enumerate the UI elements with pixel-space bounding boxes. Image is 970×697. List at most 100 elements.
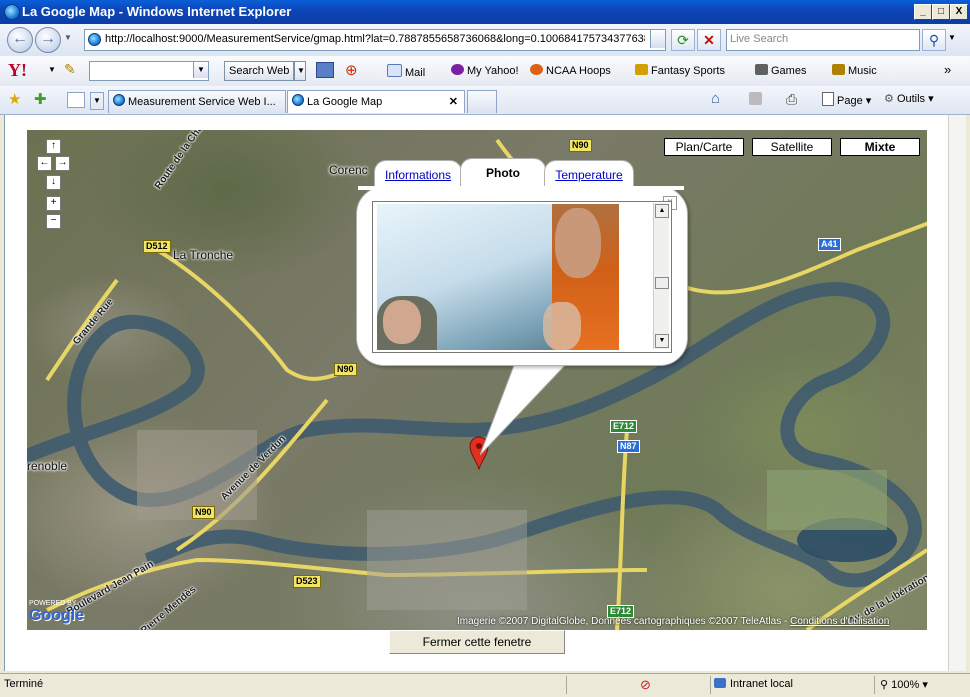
- search-button[interactable]: ⚲: [922, 29, 946, 51]
- trophy-icon: [635, 64, 648, 75]
- tab-la-google-map[interactable]: La Google Map ✕: [287, 90, 465, 113]
- feeds-icon[interactable]: [749, 92, 762, 105]
- tools-menu[interactable]: ⚙ Outils ▾: [884, 92, 934, 105]
- toolbar-item-fantasy-sports[interactable]: Fantasy Sports: [635, 64, 725, 77]
- new-tab-button[interactable]: [467, 90, 497, 113]
- add-favorite-icon[interactable]: ✚: [34, 90, 47, 108]
- status-text: Terminé: [4, 678, 44, 690]
- pencil-icon[interactable]: ✎: [64, 61, 76, 78]
- photo-scrollbar[interactable]: ▲ ▼: [653, 203, 669, 349]
- scroll-thumb[interactable]: [655, 277, 669, 289]
- forward-button[interactable]: →: [35, 27, 61, 53]
- infowindow-tail: [480, 360, 571, 456]
- road-label-n90: N90: [192, 506, 215, 519]
- chess-icon: [755, 64, 768, 75]
- infowindow-tab-temperature[interactable]: Temperature: [544, 160, 634, 187]
- pan-up-button[interactable]: ↑: [46, 139, 61, 154]
- map-type-mixte[interactable]: Mixte: [840, 138, 920, 156]
- gear-icon: ⚙: [884, 93, 894, 105]
- campus-area: [367, 510, 527, 610]
- close-window-page-button[interactable]: Fermer cette fenetre: [389, 630, 565, 654]
- window-icon[interactable]: [316, 62, 334, 78]
- back-button[interactable]: ←: [7, 27, 33, 53]
- address-dropdown[interactable]: ▼: [650, 30, 946, 48]
- infowindow-tab-informations[interactable]: Informations: [374, 160, 462, 187]
- powered-by-label: POWERED BY: [29, 600, 77, 607]
- infowindow-tab-join: [358, 186, 684, 190]
- pan-right-button[interactable]: →: [55, 156, 70, 171]
- toolbar-item-my-yahoo[interactable]: My Yahoo!: [451, 64, 519, 77]
- face-left: [383, 300, 421, 344]
- status-bar: Terminé ⊘ Intranet local ⚲ 100% ▾: [0, 673, 970, 697]
- road-e712: [615, 429, 629, 630]
- music-icon: [832, 64, 845, 75]
- infowindow-tab-photo[interactable]: Photo: [460, 158, 546, 189]
- print-icon[interactable]: ⎙: [786, 91, 797, 108]
- road-d512: [155, 248, 358, 381]
- pan-left-button[interactable]: ←: [37, 156, 52, 171]
- search-web-button[interactable]: Search Web: [224, 61, 295, 81]
- forward-arrow-icon: →: [40, 30, 56, 47]
- toolbar-item-music[interactable]: Music: [832, 64, 877, 77]
- basketball-icon: [530, 64, 543, 75]
- toolbar-item-ncaa[interactable]: NCAA Hoops: [530, 64, 611, 77]
- toolbar-item-mail[interactable]: Mail: [387, 64, 425, 79]
- scroll-down-icon[interactable]: ▼: [655, 334, 669, 348]
- google-logo[interactable]: Google: [29, 607, 84, 625]
- search-input[interactable]: Live Search: [730, 33, 788, 45]
- favorites-star-icon[interactable]: ★: [8, 90, 21, 108]
- search-options-dropdown[interactable]: ▼: [948, 33, 956, 42]
- yahoo-search-input[interactable]: ▼: [89, 61, 209, 81]
- my-yahoo-icon: [451, 64, 464, 75]
- page-icon: [822, 92, 834, 106]
- page-menu[interactable]: Page ▾: [822, 92, 871, 107]
- scroll-up-icon[interactable]: ▲: [655, 204, 669, 218]
- magnifier-icon: ⚲: [928, 32, 940, 48]
- vertical-scrollbar[interactable]: [948, 115, 966, 671]
- toolbar-more-chevron[interactable]: »: [944, 62, 951, 77]
- ie-page-icon: [113, 94, 125, 106]
- yahoo-logo[interactable]: Y!: [8, 60, 27, 81]
- address-input[interactable]: http://localhost:9000/MeasurementService…: [105, 33, 645, 45]
- security-zone[interactable]: Intranet local: [714, 678, 793, 690]
- ie-icon: [4, 4, 20, 20]
- road-label-d523: D523: [293, 575, 321, 588]
- webcam-photo: [377, 204, 619, 350]
- yahoo-search-dropdown[interactable]: ▼: [193, 62, 208, 78]
- stop-button[interactable]: ✕: [697, 29, 721, 51]
- search-box[interactable]: Live Search: [726, 29, 920, 51]
- stop-icon: ✕: [703, 32, 715, 48]
- place-label-la-tronche: La Tronche: [173, 248, 234, 262]
- zoom-in-button[interactable]: +: [46, 196, 61, 211]
- history-dropdown-icon[interactable]: ▼: [64, 33, 72, 42]
- crosshair-icon[interactable]: ⊕: [345, 61, 358, 79]
- quick-tabs-icon[interactable]: [67, 92, 85, 108]
- face-right: [555, 208, 601, 278]
- page-icon: [88, 33, 101, 46]
- home-icon[interactable]: ⌂: [711, 90, 720, 107]
- close-tab-icon[interactable]: ✕: [449, 91, 458, 113]
- map-copyright: Imagerie ©2007 DigitalGlobe, Données car…: [457, 616, 890, 627]
- pan-down-button[interactable]: ↓: [46, 175, 61, 190]
- map-type-plan[interactable]: Plan/Carte: [664, 138, 744, 156]
- refresh-icon: ⟳: [677, 32, 689, 48]
- yahoo-menu-dropdown[interactable]: ▼: [48, 65, 56, 74]
- address-bar[interactable]: http://localhost:9000/MeasurementService…: [84, 29, 946, 51]
- zoom-out-button[interactable]: −: [46, 214, 61, 229]
- intranet-icon: [714, 678, 726, 688]
- road-label-n90: N90: [569, 139, 592, 152]
- minimize-button[interactable]: _: [914, 4, 932, 20]
- terms-link[interactable]: Conditions d'utilisation: [790, 616, 889, 627]
- toolbar-item-games[interactable]: Games: [755, 64, 806, 77]
- zoom-level[interactable]: ⚲ 100% ▾: [880, 678, 928, 691]
- refresh-button[interactable]: ⟳: [671, 29, 695, 51]
- tab-measurement-service[interactable]: Measurement Service Web I...: [108, 90, 286, 113]
- popup-blocked-icon[interactable]: ⊘: [640, 677, 651, 693]
- close-window-button[interactable]: X: [950, 4, 968, 20]
- search-web-dropdown[interactable]: ▼: [294, 61, 306, 81]
- back-arrow-icon: ←: [12, 30, 28, 47]
- tab-list-dropdown[interactable]: ▼: [90, 92, 104, 110]
- maximize-button[interactable]: □: [932, 4, 950, 20]
- map-type-satellite[interactable]: Satellite: [752, 138, 832, 156]
- road-label-e712: E712: [610, 420, 638, 433]
